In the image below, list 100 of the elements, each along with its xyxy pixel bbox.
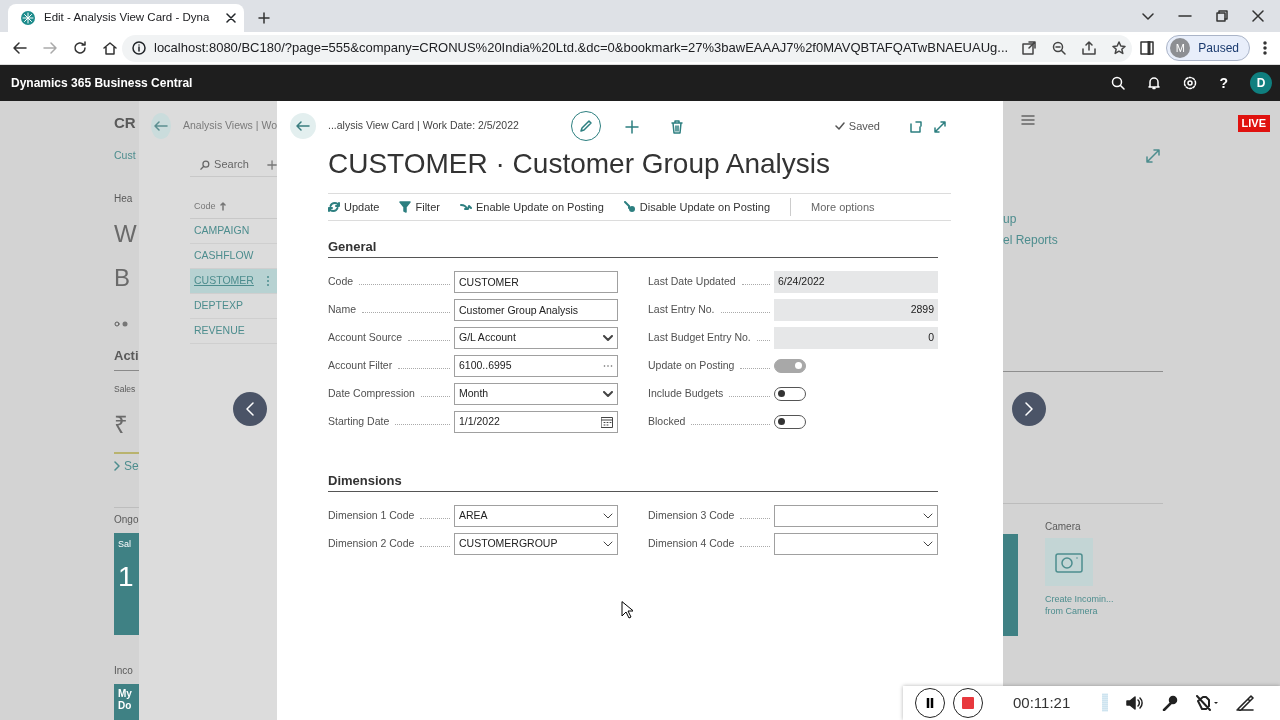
live-badge: LIVE: [1237, 115, 1270, 132]
chevron-down-icon[interactable]: [1142, 10, 1154, 22]
pause-button[interactable]: [915, 688, 945, 718]
sort-arrow-icon: [219, 202, 226, 211]
browser-tab[interactable]: Edit - Analysis View Card - Dyna: [8, 4, 244, 32]
chevron-left-icon: [246, 402, 254, 416]
refresh-icon: [328, 201, 340, 213]
plus-icon: [625, 119, 639, 134]
user-avatar[interactable]: D: [1250, 72, 1272, 94]
search-icon[interactable]: [1111, 76, 1126, 90]
company-name: CR: [114, 113, 137, 133]
cue-tile[interactable]: [1003, 534, 1018, 636]
column-header[interactable]: Code: [194, 199, 216, 214]
search-button[interactable]: Search: [214, 156, 249, 173]
more-options-button[interactable]: More options: [811, 198, 875, 216]
star-icon[interactable]: [1112, 41, 1127, 55]
camera-tile[interactable]: [1045, 538, 1093, 586]
back-arrow-icon[interactable]: [12, 40, 28, 56]
field-label: Blocked: [648, 414, 686, 430]
chevron-right-icon[interactable]: [114, 461, 120, 471]
dropdown-field[interactable]: Month: [454, 383, 618, 405]
disable-icon: [623, 201, 636, 213]
action-button[interactable]: Update: [328, 198, 380, 216]
field-label: Last Date Updated: [648, 274, 736, 290]
toggle-switch[interactable]: [774, 387, 806, 401]
back-button[interactable]: [290, 113, 316, 139]
combo-box[interactable]: [774, 533, 938, 555]
dropdown-field[interactable]: G/L Account: [454, 327, 618, 349]
lookup-field[interactable]: 6100..6995: [454, 355, 618, 377]
field-label: Account Filter: [328, 358, 393, 374]
field-label: Dimension 2 Code: [328, 536, 415, 552]
text-field[interactable]: CUSTOMER: [454, 271, 618, 293]
save-status: Saved: [834, 117, 880, 135]
field-label: Update on Posting: [648, 358, 735, 374]
tile-value: 1: [118, 560, 135, 594]
toggle-switch[interactable]: [774, 415, 806, 429]
calendar-icon: [601, 416, 613, 428]
section-heading: Acti: [114, 348, 139, 364]
section-heading: Dimensions: [328, 471, 938, 492]
cue-tile[interactable]: My Do: [114, 684, 139, 720]
bell-icon[interactable]: [1147, 76, 1162, 90]
headline-text: W: [114, 219, 138, 249]
chevron-down-icon: [923, 513, 933, 519]
stop-button[interactable]: [953, 688, 983, 718]
combo-box[interactable]: AREA: [454, 505, 618, 527]
address-bar[interactable]: localhost:8080/BC180/?page=555&company=CRONUS%20India%20Ltd.&dc=0&bookmark=27%3bawEAAAJ7%2f0MAVQBTAFQATwBNAEUAUg...: [122, 34, 1133, 62]
tile-label: My: [118, 688, 133, 700]
field-label: Dimension 1 Code: [328, 508, 415, 524]
combo-box[interactable]: CUSTOMERGROUP: [454, 533, 618, 555]
headline-text: B: [114, 263, 131, 293]
speaker-icon[interactable]: [1126, 696, 1145, 710]
mouse-pointer-icon: [621, 601, 633, 619]
edit-button[interactable]: [571, 111, 601, 141]
chevron-right-icon: [1025, 402, 1033, 416]
tile-label: Sales: [114, 383, 137, 396]
home-icon[interactable]: [102, 40, 118, 56]
reload-icon[interactable]: [72, 40, 88, 56]
more-icon[interactable]: [1262, 40, 1268, 56]
chevron-down-icon: [603, 513, 613, 519]
help-button[interactable]: ?: [1219, 72, 1228, 94]
share-icon[interactable]: [1082, 41, 1097, 55]
section-heading: General: [328, 237, 938, 258]
settings-icon[interactable]: [1183, 76, 1198, 90]
pause-icon: [925, 697, 935, 709]
menu-icon[interactable]: [1021, 115, 1035, 125]
combo-box[interactable]: [774, 505, 938, 527]
camera-off-icon[interactable]: [1196, 695, 1219, 711]
field-label: Account Source: [328, 330, 403, 346]
date-field[interactable]: 1/1/2022: [454, 411, 618, 433]
tab-title: Edit - Analysis View Card - Dyna: [44, 10, 211, 26]
tile-label: Do: [118, 700, 133, 712]
close-icon[interactable]: [1252, 10, 1264, 22]
restore-icon[interactable]: [1216, 10, 1228, 22]
cue-tile[interactable]: Sal 1: [114, 533, 139, 635]
field-label: Last Entry No.: [648, 302, 715, 318]
action-button[interactable]: Disable Update on Posting: [623, 198, 770, 216]
microphone-icon[interactable]: [1162, 695, 1179, 711]
field-label: Name: [328, 302, 356, 318]
plus-icon[interactable]: [258, 12, 270, 24]
pen-icon[interactable]: [1236, 695, 1255, 711]
audio-level-icon: [1102, 693, 1109, 713]
expand-icon: [934, 120, 946, 133]
open-external-icon[interactable]: [1022, 41, 1037, 55]
chevron-down-icon: [603, 390, 613, 398]
action-button[interactable]: Filter: [399, 198, 440, 216]
action-button[interactable]: Enable Update on Posting: [459, 198, 604, 216]
zoom-icon[interactable]: [1052, 41, 1067, 55]
check-icon: [834, 122, 845, 130]
field-label: Dimension 3 Code: [648, 508, 735, 524]
profile-button[interactable]: M Paused: [1166, 35, 1250, 61]
ellipsis-icon: [603, 364, 613, 368]
expand-icon[interactable]: [1146, 149, 1160, 163]
chevron-down-icon: [603, 541, 613, 547]
section-heading: Ongo: [114, 513, 139, 527]
text-field[interactable]: Customer Group Analysis: [454, 299, 618, 321]
close-icon[interactable]: [226, 13, 236, 23]
avatar: M: [1170, 38, 1191, 58]
sidebar-icon[interactable]: [1140, 41, 1155, 55]
pencil-icon: [579, 119, 593, 133]
next-button[interactable]: [1012, 392, 1046, 426]
